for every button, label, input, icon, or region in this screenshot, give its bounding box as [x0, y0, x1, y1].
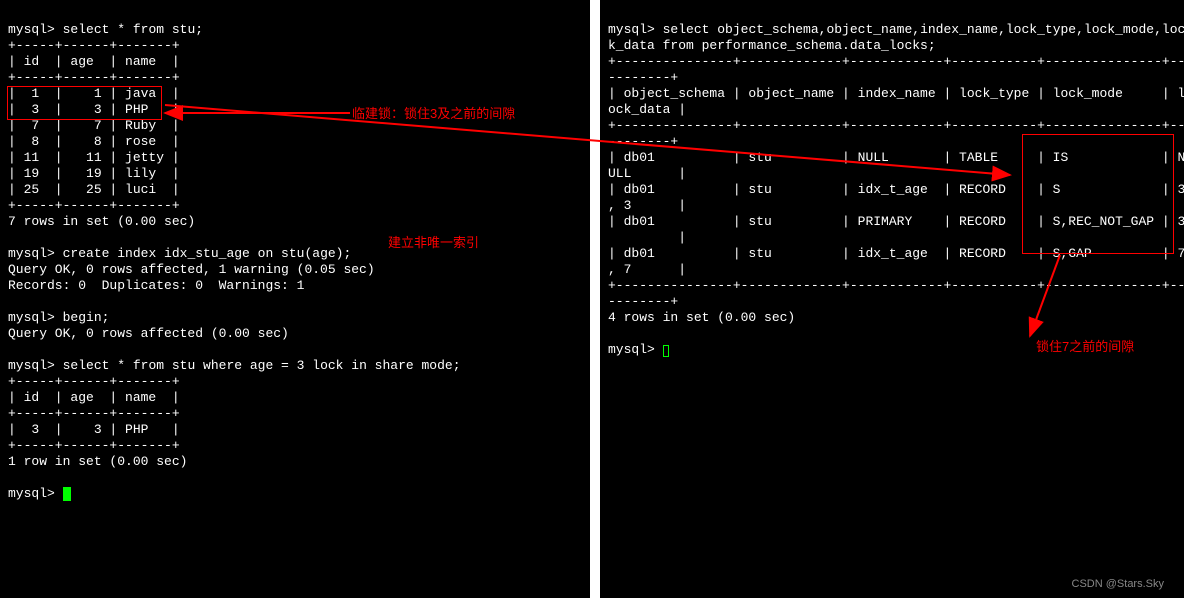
result-summary: 7 rows in set (0.00 sec)	[8, 214, 195, 229]
result-line: Query OK, 0 rows affected, 1 warning (0.…	[8, 262, 375, 277]
prompt: mysql>	[608, 342, 655, 357]
prompt: mysql>	[8, 246, 55, 261]
table-sep: +-----+------+-------+	[8, 198, 180, 213]
result-line: Query OK, 0 rows affected (0.00 sec)	[8, 326, 289, 341]
table-header-cont: ock_data |	[608, 102, 686, 117]
sql-query: begin;	[63, 310, 110, 325]
result-summary: 4 rows in set (0.00 sec)	[608, 310, 795, 325]
table-header: | object_schema | object_name | index_na…	[608, 86, 1184, 101]
table-sep: +-----+------+-------+	[8, 406, 180, 421]
table-row-cont: , 3 |	[608, 198, 686, 213]
table-header: | id | age | name |	[8, 390, 180, 405]
prompt: mysql>	[8, 22, 55, 37]
table-sep: +---------------+-------------+---------…	[608, 118, 1184, 133]
annotation-label: 临建锁：锁住3及之前的间隙	[352, 106, 515, 122]
result-summary: 1 row in set (0.00 sec)	[8, 454, 187, 469]
table-row: | 8 | 8 | rose |	[8, 134, 180, 149]
table-row: | 11 | 11 | jetty |	[8, 150, 180, 165]
right-terminal[interactable]: mysql> select object_schema,object_name,…	[600, 0, 1184, 598]
annotation-label: 锁住7之前的间隙	[1036, 339, 1134, 355]
cursor-icon	[63, 487, 71, 501]
cursor-icon	[663, 345, 669, 357]
watermark: CSDN @Stars.Sky	[1072, 576, 1164, 592]
table-sep-cont: --------+	[608, 70, 678, 85]
table-row-cont: , 7 |	[608, 262, 686, 277]
table-row-cont: ULL |	[608, 166, 686, 181]
prompt: mysql>	[8, 310, 55, 325]
table-sep: +-----+------+-------+	[8, 38, 180, 53]
table-sep: +-----+------+-------+	[8, 374, 180, 389]
prompt: mysql>	[608, 22, 655, 37]
table-sep-cont: --------+	[608, 294, 678, 309]
table-header: | id | age | name |	[8, 54, 180, 69]
prompt: mysql>	[8, 358, 55, 373]
table-sep: +---------------+-------------+---------…	[608, 54, 1184, 69]
annotation-label: 建立非唯一索引	[388, 235, 479, 251]
result-line: Records: 0 Duplicates: 0 Warnings: 1	[8, 278, 304, 293]
pane-divider[interactable]	[590, 0, 600, 598]
sql-query: select object_schema,object_name,index_n…	[663, 22, 1184, 37]
table-row: | 25 | 25 | luci |	[8, 182, 180, 197]
table-sep: +---------------+-------------+---------…	[608, 278, 1184, 293]
sql-query: select * from stu where age = 3 lock in …	[63, 358, 461, 373]
highlight-box	[7, 86, 162, 120]
sql-query: create index idx_stu_age on stu(age);	[63, 246, 352, 261]
table-sep: +-----+------+-------+	[8, 438, 180, 453]
sql-query-cont: k_data from performance_schema.data_lock…	[608, 38, 936, 53]
highlight-box	[1022, 134, 1174, 254]
table-sep-cont: --------+	[608, 134, 678, 149]
table-row-cont: |	[608, 230, 686, 245]
prompt: mysql>	[8, 486, 55, 501]
table-row: | 7 | 7 | Ruby |	[8, 118, 180, 133]
table-row: | 3 | 3 | PHP |	[8, 422, 180, 437]
table-sep: +-----+------+-------+	[8, 70, 180, 85]
table-row: | 19 | 19 | lily |	[8, 166, 180, 181]
sql-query: select * from stu;	[63, 22, 203, 37]
